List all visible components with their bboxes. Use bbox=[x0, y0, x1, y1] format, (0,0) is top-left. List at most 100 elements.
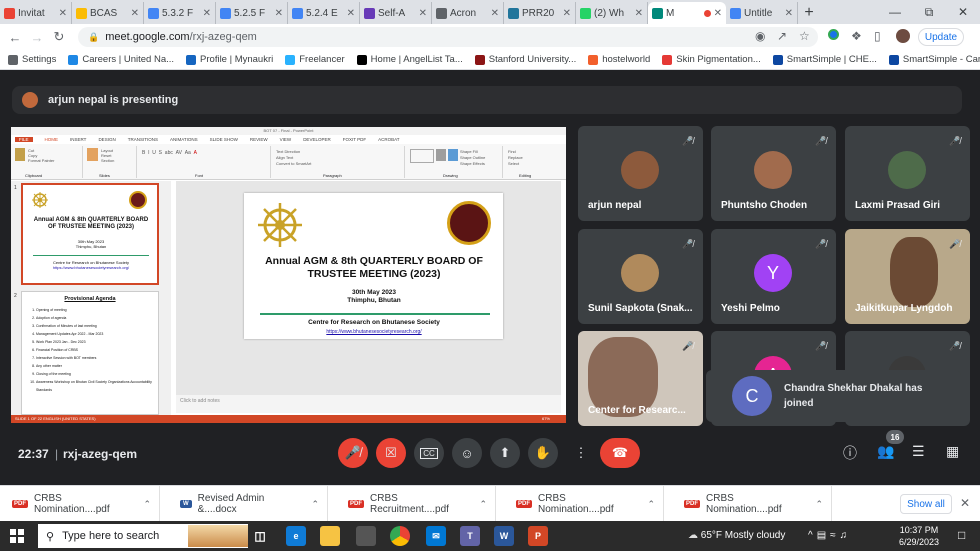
taskbar-search[interactable]: ⚲ Type here to search bbox=[38, 524, 248, 548]
browser-tab[interactable]: Self-A ✕ bbox=[360, 2, 432, 24]
close-tab-icon[interactable]: ✕ bbox=[714, 8, 722, 19]
participant-tile[interactable]: 🎤̸ Laxmi Prasad Giri bbox=[845, 126, 970, 221]
ppt-ribbon-tab[interactable]: REVIEW bbox=[250, 137, 268, 142]
bookmark-item[interactable]: Freelancer bbox=[285, 54, 345, 65]
file-explorer-icon[interactable] bbox=[320, 526, 340, 546]
present-button[interactable]: ⬆ bbox=[490, 438, 520, 468]
participant-tile[interactable]: 🎤̸ Jaikitkupar Lyngdoh bbox=[845, 229, 970, 324]
update-button[interactable]: Update bbox=[918, 28, 964, 46]
ppt-ribbon-tab[interactable]: VIEW bbox=[280, 137, 292, 142]
bookmark-item[interactable]: Stanford University... bbox=[474, 54, 576, 65]
extension-color-icon[interactable] bbox=[828, 29, 839, 43]
close-tab-icon[interactable]: ✕ bbox=[785, 8, 793, 19]
reload-icon[interactable]: ↻ bbox=[48, 29, 70, 45]
download-item[interactable]: W Revised Admin &....docx ⌃ bbox=[168, 486, 328, 522]
mic-off-button[interactable]: 🎤̸ bbox=[338, 438, 368, 468]
side-panel-icon[interactable]: ▯ bbox=[874, 29, 881, 43]
download-item[interactable]: PDF CRBS Nomination....pdf ⌃ bbox=[504, 486, 664, 522]
activities-icon[interactable]: ▦ bbox=[946, 443, 959, 460]
slide-thumbnail-2[interactable]: Provisional Agenda Opening of meetingAdo… bbox=[21, 291, 159, 415]
task-view-icon[interactable]: ◫ bbox=[250, 526, 270, 546]
forward-icon[interactable]: → bbox=[26, 30, 48, 45]
chat-icon[interactable]: ☰ bbox=[912, 443, 925, 460]
browser-tab[interactable]: Untitle ✕ bbox=[726, 2, 798, 24]
notifications-icon[interactable]: □ bbox=[958, 528, 965, 542]
bookmark-item[interactable]: Skin Pigmentation... bbox=[662, 54, 761, 65]
participant-tile[interactable]: 🎤̸ Sunil Sapkota (Snak... bbox=[578, 229, 703, 324]
participant-tile[interactable]: 🎤̸ Phuntsho Choden bbox=[711, 126, 836, 221]
participant-tile[interactable]: Y 🎤̸ Yeshi Pelmo bbox=[711, 229, 836, 324]
close-tab-icon[interactable]: ✕ bbox=[131, 8, 139, 19]
browser-tab[interactable]: (2) Wh ✕ bbox=[576, 2, 648, 24]
more-options-button[interactable]: ⋮ bbox=[566, 438, 596, 468]
maximize-icon[interactable]: ⧉ bbox=[912, 0, 946, 24]
leave-call-button[interactable]: ☎ bbox=[600, 438, 640, 468]
chevron-up-icon[interactable]: ⌃ bbox=[311, 499, 319, 510]
browser-tab[interactable]: Acron ✕ bbox=[432, 2, 504, 24]
close-tab-icon[interactable]: ✕ bbox=[203, 8, 211, 19]
browser-tab[interactable]: 5.2.4 E ✕ bbox=[288, 2, 360, 24]
bookmark-item[interactable]: Profile | Mynaukri bbox=[186, 54, 273, 65]
bookmark-item[interactable]: SmartSimple | CHE... bbox=[772, 54, 877, 65]
close-tab-icon[interactable]: ✕ bbox=[491, 8, 499, 19]
participant-tile[interactable]: 🎤̸ arjun nepal bbox=[578, 126, 703, 221]
close-downloads-icon[interactable]: ✕ bbox=[960, 496, 970, 510]
word-icon[interactable]: W bbox=[494, 526, 514, 546]
bookmark-star-icon[interactable]: ☆ bbox=[799, 29, 810, 43]
show-all-button[interactable]: Show all bbox=[900, 494, 952, 514]
bookmark-item[interactable]: Home | AngelList Ta... bbox=[356, 54, 463, 65]
info-icon[interactable]: ⓘ bbox=[843, 443, 857, 463]
close-tab-icon[interactable]: ✕ bbox=[563, 8, 571, 19]
participant-tile[interactable]: 🎤̸ Center for Researc... bbox=[578, 331, 703, 426]
chrome-icon[interactable] bbox=[390, 526, 410, 546]
ppt-ribbon-tab[interactable]: HOME bbox=[45, 137, 59, 142]
taskbar-clock[interactable]: 10:37 PM 6/29/2023 bbox=[890, 524, 948, 548]
bookmark-item[interactable]: Settings bbox=[8, 54, 56, 65]
close-tab-icon[interactable]: ✕ bbox=[635, 8, 643, 19]
store-icon[interactable] bbox=[356, 526, 376, 546]
close-tab-icon[interactable]: ✕ bbox=[419, 8, 427, 19]
close-tab-icon[interactable]: ✕ bbox=[347, 8, 355, 19]
windows-start-icon[interactable] bbox=[10, 529, 24, 543]
ppt-ribbon-tab[interactable]: ACROBAT bbox=[378, 137, 399, 142]
people-icon[interactable]: 👥 bbox=[877, 443, 894, 460]
raise-hand-button[interactable]: ✋ bbox=[528, 438, 558, 468]
ppt-ribbon-tab[interactable]: TRANSITIONS bbox=[128, 137, 158, 142]
chevron-up-icon[interactable]: ⌃ bbox=[143, 499, 151, 510]
browser-tab[interactable]: M ✕ bbox=[648, 2, 726, 24]
bookmark-item[interactable]: SmartSimple - Can... bbox=[888, 54, 980, 65]
chevron-up-icon[interactable]: ⌃ bbox=[647, 499, 655, 510]
browser-tab[interactable]: 5.3.2 F ✕ bbox=[144, 2, 216, 24]
teams-icon[interactable]: T bbox=[460, 526, 480, 546]
browser-tab[interactable]: PRR20 ✕ bbox=[504, 2, 576, 24]
download-item[interactable]: PDF CRBS Nomination....pdf ⌃ bbox=[672, 486, 832, 522]
reactions-button[interactable]: ☺ bbox=[452, 438, 482, 468]
ppt-ribbon-tab[interactable]: FILE bbox=[15, 137, 33, 142]
close-tab-icon[interactable]: ✕ bbox=[59, 8, 67, 19]
camera-icon[interactable]: ◉ bbox=[755, 29, 765, 43]
bookmark-item[interactable]: Careers | United Na... bbox=[68, 54, 174, 65]
profile-avatar[interactable] bbox=[896, 29, 910, 46]
extensions-puzzle-icon[interactable]: ❖ bbox=[851, 29, 862, 43]
notes-pane[interactable]: Click to add notes bbox=[176, 395, 561, 413]
download-item[interactable]: PDF CRBS Recruitment....pdf ⌃ bbox=[336, 486, 496, 522]
close-window-icon[interactable]: ✕ bbox=[946, 0, 980, 24]
slide-thumbnail-1[interactable]: Annual AGM & 8th QUARTERLY BOARD OF TRUS… bbox=[21, 183, 159, 285]
minimize-icon[interactable]: — bbox=[878, 0, 912, 24]
ppt-ribbon-tab[interactable]: FOXIT PDF bbox=[343, 137, 366, 142]
mail-icon[interactable]: ✉ bbox=[426, 526, 446, 546]
back-icon[interactable]: ← bbox=[4, 30, 26, 45]
ppt-ribbon-tab[interactable]: SLIDE SHOW bbox=[210, 137, 238, 142]
browser-tab[interactable]: 5.2.5 F ✕ bbox=[216, 2, 288, 24]
system-tray[interactable]: ^▤≈♫ bbox=[808, 530, 851, 541]
close-tab-icon[interactable]: ✕ bbox=[275, 8, 283, 19]
main-slide[interactable]: Annual AGM & 8th QUARTERLY BOARD OF TRUS… bbox=[244, 193, 503, 339]
ppt-ribbon-tab[interactable]: DESIGN bbox=[98, 137, 115, 142]
ppt-ribbon-tab[interactable]: ANIMATIONS bbox=[170, 137, 198, 142]
ppt-ribbon-tab[interactable]: DEVELOPER bbox=[303, 137, 331, 142]
share-icon[interactable]: ↗ bbox=[777, 29, 787, 43]
captions-button[interactable]: CC bbox=[414, 438, 444, 468]
browser-tab[interactable]: Invitat ✕ bbox=[0, 2, 72, 24]
bookmark-item[interactable]: hostelworld bbox=[588, 54, 650, 65]
chevron-up-icon[interactable]: ⌃ bbox=[479, 499, 487, 510]
